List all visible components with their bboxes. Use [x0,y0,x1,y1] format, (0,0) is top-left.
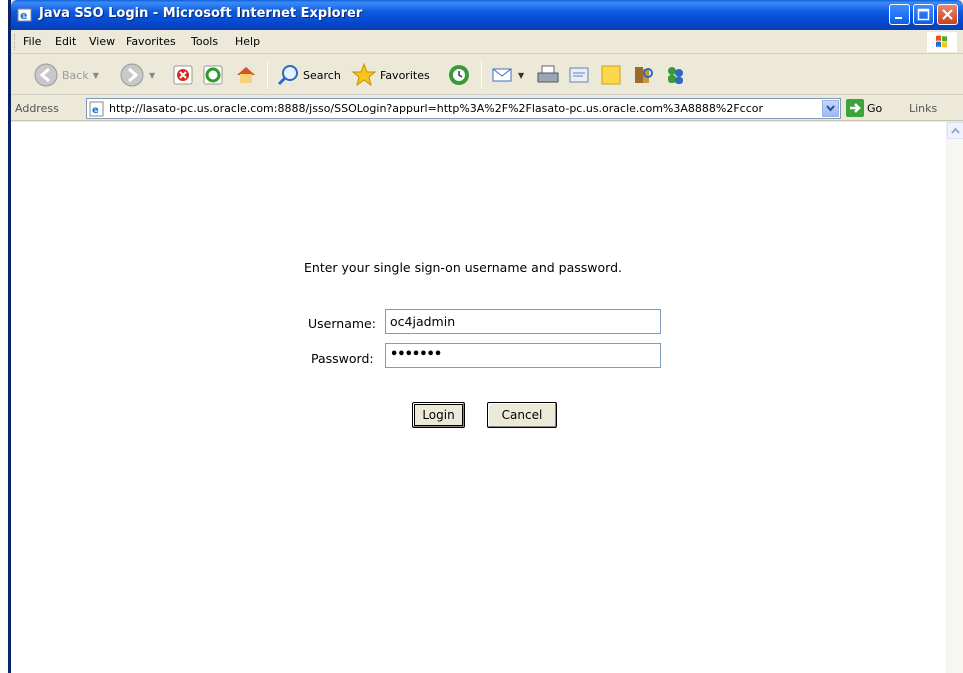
maximize-icon [917,8,930,21]
username-input[interactable] [385,309,661,334]
address-url[interactable]: http://lasato-pc.us.oracle.com:8888/jsso… [109,102,814,115]
svg-text:e: e [20,9,27,22]
address-input[interactable]: e http://lasato-pc.us.oracle.com:8888/js… [86,98,841,119]
go-button[interactable]: Go [846,99,882,117]
page-content: Enter your single sign-on username and p… [11,122,963,673]
cancel-button[interactable]: Cancel [487,402,557,428]
chevron-down-icon [826,105,835,112]
browser-window: e Java SSO Login - Microsoft Internet Ex… [8,0,963,673]
go-label: Go [867,101,883,115]
title-bar[interactable]: e Java SSO Login - Microsoft Internet Ex… [11,0,963,30]
username-label: Username: [308,316,376,331]
minimize-button[interactable] [889,4,910,25]
ie-icon: e [17,8,32,22]
history-button[interactable] [447,62,471,88]
refresh-icon [203,65,223,85]
page-icon: e [89,101,104,117]
forward-arrow-icon [120,63,144,87]
back-button[interactable]: Back ▼ [33,62,99,88]
back-arrow-icon [34,63,58,87]
search-label: Search [303,68,341,82]
discuss-button[interactable] [599,62,623,88]
svg-text:e: e [92,105,99,116]
toolbar: Back ▼ ▼ Search Favorites ▼ [11,55,963,95]
menu-tools[interactable]: Tools [191,35,218,48]
menu-view[interactable]: View [89,35,115,48]
research-icon [635,67,653,83]
menu-bar: File Edit View Favorites Tools Help [11,30,963,54]
home-icon [237,67,255,83]
favorites-star-icon [351,62,377,87]
menu-favorites[interactable]: Favorites [126,35,176,48]
menu-file[interactable]: File [23,35,41,48]
scroll-up-button[interactable] [947,122,963,139]
window-title: Java SSO Login - Microsoft Internet Expl… [39,6,363,21]
back-label: Back [62,68,89,82]
messenger-button[interactable] [663,62,687,88]
login-button[interactable]: Login [412,402,465,428]
password-input[interactable]: ••••••• [385,343,661,368]
password-label: Password: [311,351,374,366]
back-dropdown-icon[interactable]: ▼ [93,71,99,80]
links-toolbar[interactable]: Links [909,102,937,115]
address-bar: Address e http://lasato-pc.us.oracle.com… [11,96,963,121]
windows-logo-icon [927,32,957,52]
mail-dropdown-icon[interactable]: ▼ [518,71,524,80]
history-icon [449,65,469,85]
login-prompt: Enter your single sign-on username and p… [304,260,622,275]
maximize-button[interactable] [913,4,934,25]
edit-page-icon [569,67,589,83]
favorites-button[interactable]: Favorites [351,62,430,88]
forward-dropdown-icon[interactable]: ▼ [149,71,155,80]
close-button[interactable] [937,4,958,25]
home-button[interactable] [234,62,258,88]
mail-button[interactable]: ▼ [490,62,524,88]
mail-icon [492,68,512,82]
search-button[interactable]: Search [276,62,341,88]
menu-edit[interactable]: Edit [55,35,76,48]
favorites-label: Favorites [380,68,430,82]
research-button[interactable] [631,62,655,88]
minimize-icon [895,17,902,19]
stop-button[interactable] [172,62,194,88]
address-label: Address [15,102,59,115]
menu-grip [14,34,17,50]
search-icon [277,65,298,86]
go-arrow-icon [846,99,864,117]
address-dropdown-button[interactable] [822,100,839,117]
edit-button[interactable] [567,62,591,88]
print-icon [537,65,559,83]
forward-button[interactable]: ▼ [119,62,155,88]
stop-icon [173,65,193,85]
print-button[interactable] [536,62,560,88]
vertical-scrollbar[interactable] [946,122,963,673]
messenger-icon [668,67,683,84]
refresh-button[interactable] [202,62,224,88]
close-icon [942,9,953,20]
chevron-up-icon [951,127,960,134]
note-icon [601,65,621,85]
menu-help[interactable]: Help [235,35,260,48]
